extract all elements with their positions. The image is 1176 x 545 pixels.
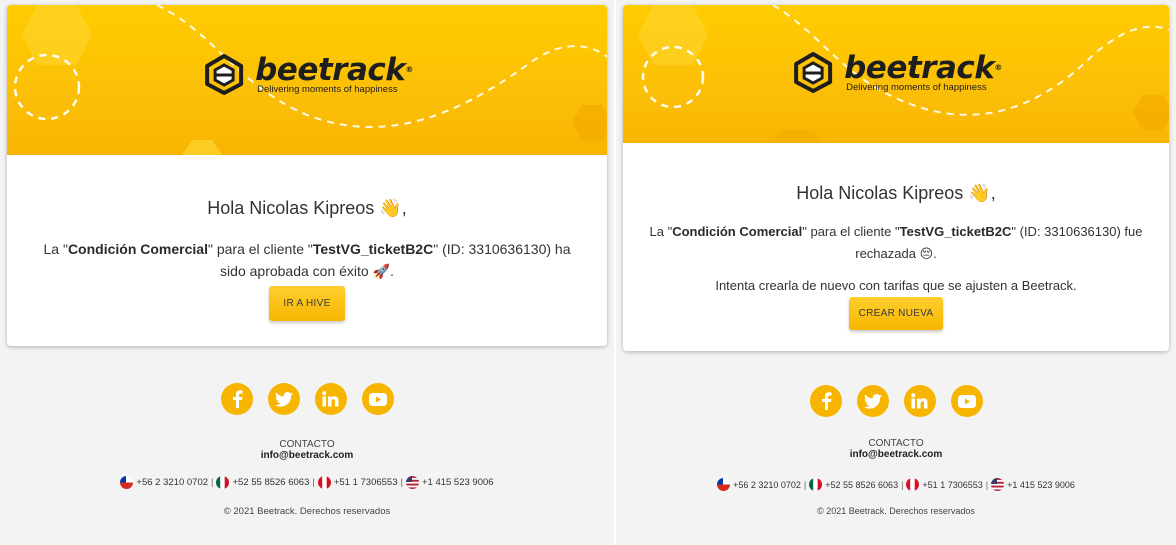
- retry-message: Intenta crearla de nuevo con tarifas que…: [715, 278, 1077, 293]
- phone-list: +56 2 3210 0702 | +52 55 8526 6063 | +51…: [616, 478, 1176, 491]
- condition-name: Condición Comercial: [67, 241, 208, 257]
- greeting: Hola Nicolas Kipreos 👋,: [623, 183, 1169, 204]
- phone-separator: |: [985, 479, 989, 490]
- phone-peru[interactable]: +51 1 7306553: [334, 477, 398, 488]
- rocket-icon: 🚀: [372, 264, 391, 280]
- brand-name: beetrack: [255, 51, 406, 88]
- usa-flag-icon: [405, 476, 419, 489]
- greeting-comma: ,: [990, 183, 996, 203]
- msg-prefix: La ": [43, 241, 68, 257]
- brand-name: beetrack: [844, 49, 995, 86]
- beetrack-bee-icon: [205, 54, 244, 95]
- greeting-comma: ,: [401, 198, 407, 218]
- phone-chile[interactable]: +56 2 3210 0702: [733, 480, 801, 490]
- contact-email-link[interactable]: info@beetrack.com: [616, 449, 1176, 461]
- beetrack-logo: beetrack® Delivering moments of happines…: [201, 53, 413, 95]
- phone-usa[interactable]: +1 415 523 9006: [422, 477, 494, 488]
- peru-flag-icon: [906, 478, 920, 491]
- social-links: [0, 383, 614, 415]
- email-rejected: beetrack® Delivering moments of happines…: [616, 0, 1176, 545]
- peru-flag-icon: [317, 476, 331, 489]
- email-card: beetrack® Delivering moments of happines…: [623, 5, 1169, 351]
- phone-usa[interactable]: +1 415 523 9006: [1007, 480, 1075, 490]
- create-new-button[interactable]: CREAR NUEVA: [849, 297, 943, 330]
- go-to-hive-button[interactable]: IR A HIVE: [269, 286, 345, 321]
- phone-separator: |: [901, 479, 904, 490]
- email-footer: CONTACTO info@beetrack.com +56 2 3210 07…: [0, 383, 614, 517]
- msg-end: .: [933, 246, 937, 261]
- phone-mexico[interactable]: +52 55 8526 6063: [232, 477, 309, 488]
- copyright: © 2021 Beetrack. Derechos reservados: [223, 506, 391, 517]
- twitter-icon[interactable]: [267, 383, 300, 415]
- registered-mark: ®: [994, 62, 1002, 72]
- client-name: TestVG_ticketB2C: [312, 241, 434, 257]
- condition-name: Condición Comercial: [672, 224, 803, 239]
- youtube-icon[interactable]: [361, 383, 394, 415]
- chile-flag-icon: [120, 476, 134, 489]
- phone-list: +56 2 3210 0702 | +52 55 8526 6063 | +51…: [0, 476, 614, 489]
- brand-tagline: Delivering moments of happiness: [257, 83, 398, 95]
- greeting: Hola Nicolas Kipreos 👋,: [7, 198, 607, 219]
- waving-hand-icon: 👋: [968, 183, 991, 204]
- rejection-message: La "Condición Comercial" para el cliente…: [643, 221, 1149, 266]
- email-footer: CONTACTO info@beetrack.com +56 2 3210 07…: [616, 385, 1176, 516]
- email-card: beetrack® Delivering moments of happines…: [7, 5, 607, 346]
- mexico-flag-icon: [809, 478, 823, 491]
- usa-flag-icon: [991, 478, 1005, 491]
- phone-separator: |: [211, 477, 214, 488]
- contact-title: CONTACTO: [868, 438, 924, 449]
- youtube-icon[interactable]: [950, 385, 983, 417]
- facebook-icon[interactable]: [220, 383, 253, 415]
- phone-separator: |: [803, 479, 807, 490]
- phone-chile[interactable]: +56 2 3210 0702: [136, 477, 208, 488]
- linkedin-icon[interactable]: [314, 383, 347, 415]
- waving-hand-icon: 👋: [379, 198, 402, 219]
- msg-end: .: [390, 263, 394, 279]
- mexico-flag-icon: [216, 476, 230, 489]
- msg-prefix: La ": [649, 224, 673, 239]
- copyright: © 2021 Beetrack. Derechos reservados: [817, 506, 975, 516]
- client-name: TestVG_ticketB2C: [899, 224, 1012, 239]
- phone-separator: |: [312, 477, 315, 488]
- contact-title: CONTACTO: [279, 439, 335, 450]
- pensive-face-icon: 😔: [919, 247, 934, 262]
- msg-mid: " para el cliente ": [802, 224, 900, 239]
- greeting-text: Hola Nicolas Kipreos: [207, 198, 375, 218]
- chile-flag-icon: [717, 478, 731, 491]
- approval-message: La "Condición Comercial" para el cliente…: [37, 238, 577, 283]
- phone-peru[interactable]: +51 1 7306553: [922, 480, 982, 490]
- contact-email-link[interactable]: info@beetrack.com: [0, 450, 614, 462]
- beetrack-logo: beetrack® Delivering moments of happines…: [790, 51, 1002, 93]
- beetrack-bee-icon: [794, 52, 833, 93]
- phone-separator: |: [400, 477, 403, 488]
- social-links: [616, 385, 1176, 417]
- email-banner: beetrack® Delivering moments of happines…: [623, 5, 1169, 143]
- registered-mark: ®: [405, 64, 413, 74]
- linkedin-icon[interactable]: [903, 385, 936, 417]
- email-banner: beetrack® Delivering moments of happines…: [7, 5, 607, 155]
- email-approved: beetrack® Delivering moments of happines…: [0, 0, 614, 545]
- brand-tagline: Delivering moments of happiness: [846, 81, 987, 93]
- twitter-icon[interactable]: [856, 385, 889, 417]
- facebook-icon[interactable]: [809, 385, 842, 417]
- phone-mexico[interactable]: +52 55 8526 6063: [825, 480, 898, 490]
- greeting-text: Hola Nicolas Kipreos: [796, 183, 964, 203]
- msg-mid: " para el cliente ": [207, 241, 313, 257]
